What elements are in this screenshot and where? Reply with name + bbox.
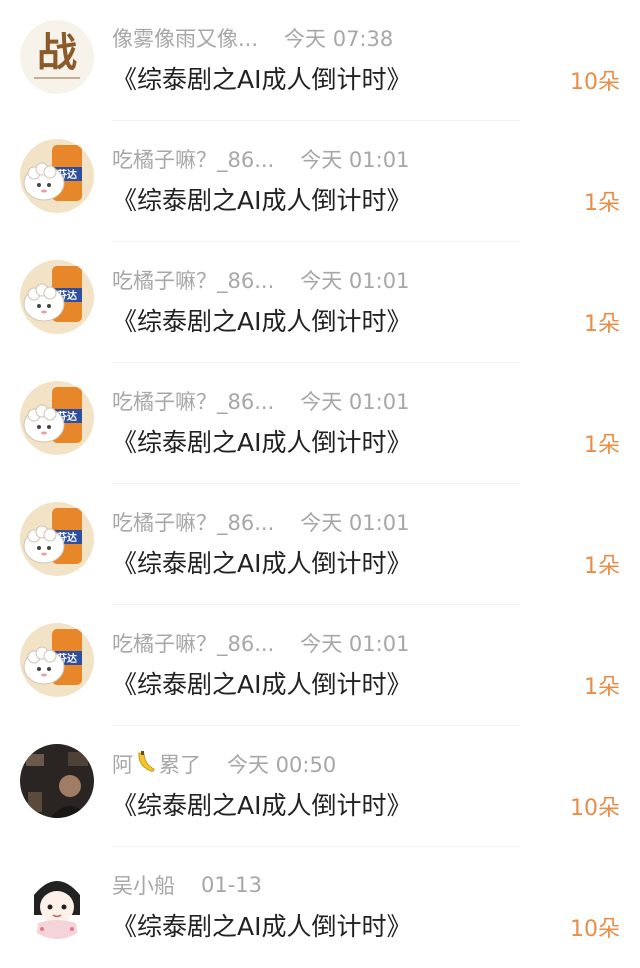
- book-title[interactable]: 《综泰剧之AI成人倒计时》: [112, 907, 411, 943]
- book-title[interactable]: 《综泰剧之AI成人倒计时》: [112, 60, 411, 96]
- user-name[interactable]: 吃橘子嘛？_86...: [112, 628, 274, 658]
- flower-count: 1朵: [584, 191, 620, 216]
- avatar-calligraphy-char: 战: [37, 30, 77, 75]
- avatar[interactable]: 芬达: [20, 381, 94, 455]
- user-name[interactable]: 吃橘子嘛？_86...: [112, 144, 274, 174]
- user-name[interactable]: 吃橘子嘛？_86...: [112, 265, 274, 295]
- book-title[interactable]: 《综泰剧之AI成人倒计时》: [112, 302, 411, 338]
- list-item[interactable]: 战 像雾像雨又像... 今天 07:38 《综泰剧之AI成人倒计时》 10朵: [0, 0, 640, 121]
- calligraphy-avatar-icon: 战: [20, 20, 94, 94]
- item-meta: 吃橘子嘛？_86... 今天 01:01: [112, 264, 409, 296]
- book-title[interactable]: 《综泰剧之AI成人倒计时》: [112, 544, 411, 580]
- book-title[interactable]: 《综泰剧之AI成人倒计时》: [112, 423, 411, 459]
- sheep-soda-avatar-icon: 芬达: [20, 260, 94, 334]
- flower-count: 1朵: [584, 554, 620, 579]
- flower-count: 10朵: [570, 70, 620, 95]
- book-title[interactable]: 《综泰剧之AI成人倒计时》: [112, 181, 411, 217]
- flower-count: 1朵: [584, 312, 620, 337]
- dark-photo-avatar-icon: [20, 744, 94, 818]
- banana-icon: [135, 750, 157, 779]
- item-meta: 吃橘子嘛？_86... 今天 01:01: [112, 506, 409, 538]
- flower-count: 10朵: [570, 917, 620, 942]
- sheep-soda-avatar-icon: 芬达: [20, 502, 94, 576]
- avatar[interactable]: [20, 744, 94, 818]
- list-item[interactable]: 芬达 吃橘子嘛？_86... 今天 01:01 《综泰剧之AI成人倒计时》 1朵: [0, 242, 640, 363]
- list-item[interactable]: 芬达 吃橘子嘛？_86... 今天 01:01 《综泰剧之AI成人倒计时》 1朵: [0, 484, 640, 605]
- timestamp: 今天 01:01: [300, 148, 410, 172]
- avatar[interactable]: 芬达: [20, 502, 94, 576]
- item-meta: 像雾像雨又像... 今天 07:38: [112, 22, 393, 54]
- book-title[interactable]: 《综泰剧之AI成人倒计时》: [112, 665, 411, 701]
- user-name[interactable]: 吃橘子嘛？_86...: [112, 507, 274, 537]
- user-name[interactable]: 阿 累了: [112, 749, 201, 779]
- avatar[interactable]: [20, 865, 94, 939]
- flower-count: 10朵: [570, 796, 620, 821]
- timestamp: 今天 00:50: [227, 753, 337, 777]
- timestamp: 今天 01:01: [300, 390, 410, 414]
- list-item[interactable]: 阿 累了 今天 00:50 《综泰剧之AI成人倒计时》 10朵: [0, 726, 640, 847]
- cartoon-girl-avatar-icon: [20, 865, 94, 939]
- item-meta: 吃橘子嘛？_86... 今天 01:01: [112, 143, 409, 175]
- avatar[interactable]: 芬达: [20, 139, 94, 213]
- sheep-soda-avatar-icon: 芬达: [20, 381, 94, 455]
- timestamp: 01-13: [201, 873, 263, 897]
- book-title[interactable]: 《综泰剧之AI成人倒计时》: [112, 786, 411, 822]
- flower-count: 1朵: [584, 675, 620, 700]
- timestamp: 今天 01:01: [300, 511, 410, 535]
- item-meta: 吃橘子嘛？_86... 今天 01:01: [112, 385, 409, 417]
- timestamp: 今天 01:01: [300, 269, 410, 293]
- list-item[interactable]: 吴小船 01-13 《综泰剧之AI成人倒计时》 10朵: [0, 847, 640, 968]
- user-name-part: 阿: [112, 753, 133, 777]
- list-item[interactable]: 芬达 吃橘子嘛？_86... 今天 01:01 《综泰剧之AI成人倒计时》 1朵: [0, 363, 640, 484]
- flower-count: 1朵: [584, 433, 620, 458]
- list-item[interactable]: 芬达 吃橘子嘛？_86... 今天 01:01 《综泰剧之AI成人倒计时》 1朵: [0, 121, 640, 242]
- item-meta: 吃橘子嘛？_86... 今天 01:01: [112, 627, 409, 659]
- avatar[interactable]: 芬达: [20, 260, 94, 334]
- list-item[interactable]: 芬达 吃橘子嘛？_86... 今天 01:01 《综泰剧之AI成人倒计时》 1朵: [0, 605, 640, 726]
- timestamp: 今天 07:38: [284, 27, 394, 51]
- user-name-part: 累了: [159, 753, 201, 777]
- user-name[interactable]: 像雾像雨又像...: [112, 23, 258, 53]
- item-meta: 吴小船 01-13: [112, 869, 262, 901]
- item-meta: 阿 累了 今天 00:50: [112, 748, 336, 780]
- timestamp: 今天 01:01: [300, 632, 410, 656]
- sheep-soda-avatar-icon: 芬达: [20, 623, 94, 697]
- avatar[interactable]: 芬达: [20, 623, 94, 697]
- user-name[interactable]: 吴小船: [112, 870, 175, 900]
- user-name[interactable]: 吃橘子嘛？_86...: [112, 386, 274, 416]
- avatar[interactable]: 战: [20, 20, 94, 94]
- sheep-soda-avatar-icon: 芬达: [20, 139, 94, 213]
